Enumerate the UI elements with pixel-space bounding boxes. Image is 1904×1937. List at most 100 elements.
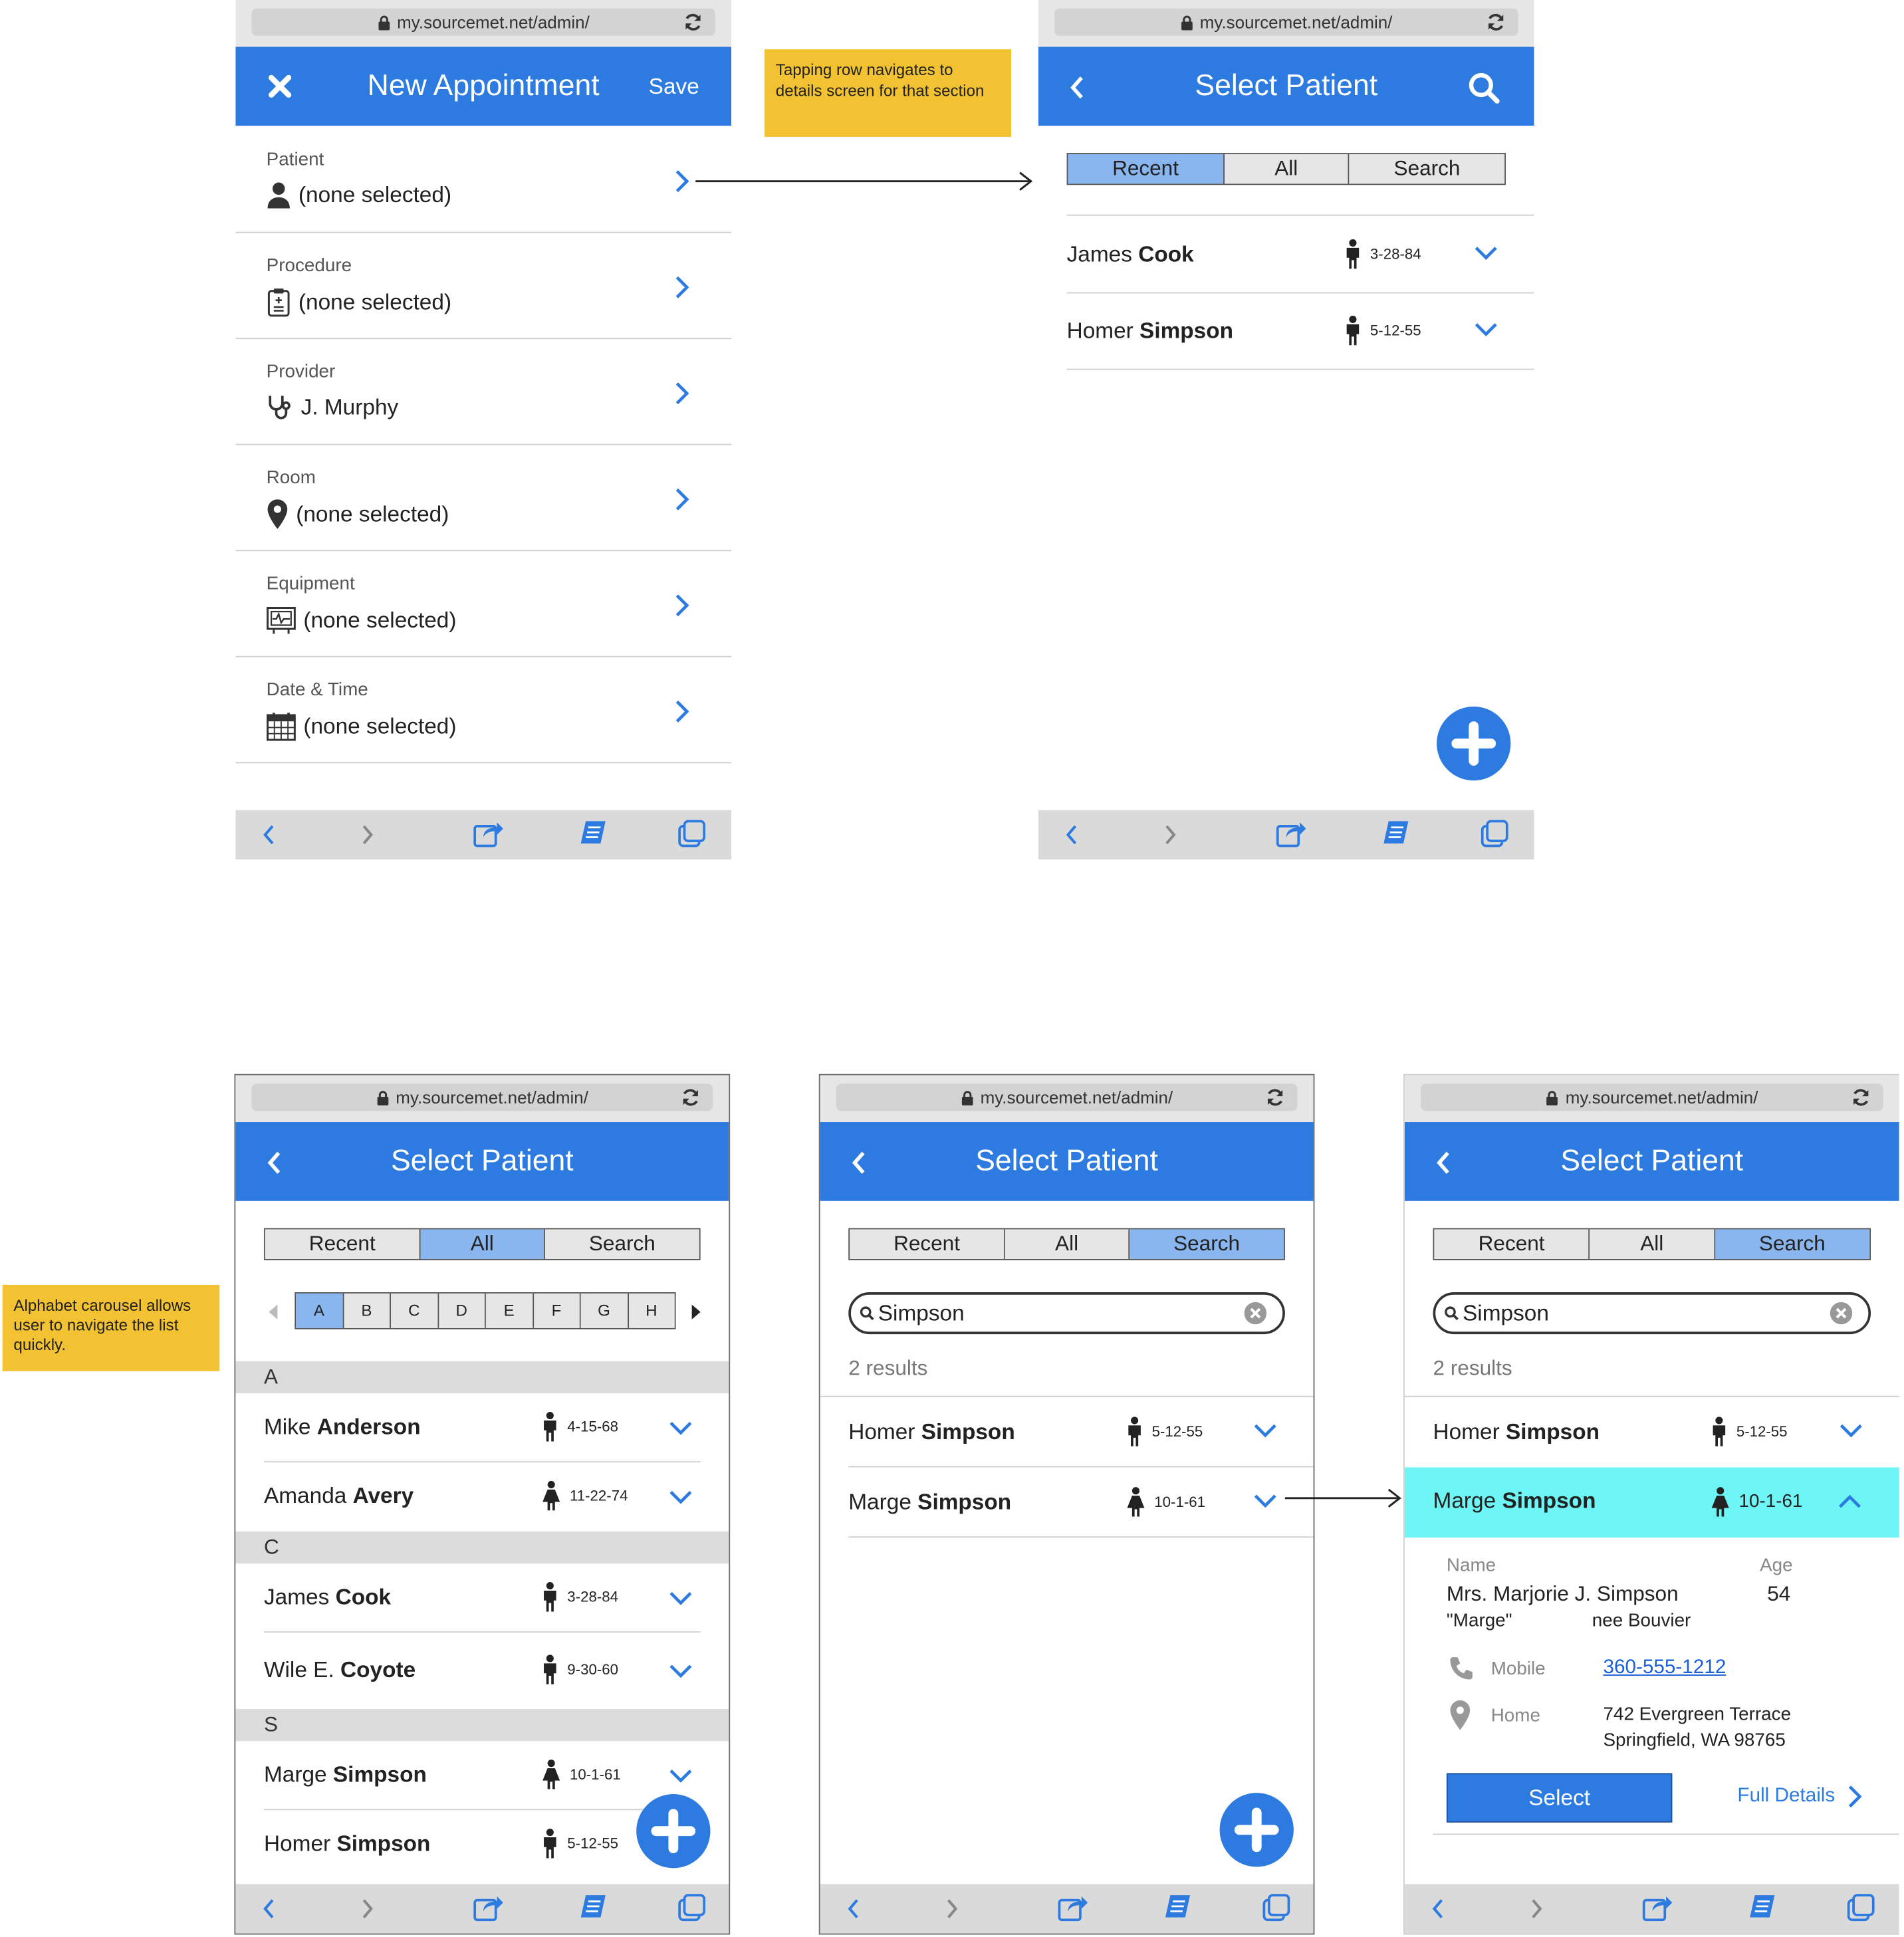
bookmarks-icon[interactable] [578, 1894, 608, 1921]
tabs-icon[interactable] [1480, 819, 1510, 849]
clear-icon[interactable] [1243, 1301, 1268, 1325]
reload-icon[interactable] [1486, 13, 1506, 33]
reload-icon[interactable] [683, 13, 703, 33]
url-bar[interactable]: my.sourcemet.net/admin/ [251, 8, 715, 36]
tab-recent[interactable]: Recent [1434, 1229, 1590, 1259]
letter-c[interactable]: C [391, 1293, 439, 1328]
reload-icon[interactable] [1851, 1087, 1871, 1107]
list-item[interactable]: Marge Simpson 10-1-61 [848, 1467, 1314, 1538]
carousel-right-icon[interactable] [691, 1304, 701, 1319]
carousel-left-icon[interactable] [269, 1304, 279, 1319]
letter-h[interactable]: H [628, 1293, 675, 1328]
chevron-down-icon[interactable] [1839, 1422, 1863, 1439]
form-row-procedure[interactable]: Procedure (none selected) [235, 233, 732, 340]
letter-b[interactable]: B [343, 1293, 392, 1328]
form-row-equipment[interactable]: Equipment (none selected) [235, 551, 732, 657]
list-item[interactable]: James Cook 3-28-84 [1066, 217, 1534, 294]
tab-search[interactable]: Search [1349, 154, 1505, 184]
chevron-right-icon[interactable] [675, 275, 689, 306]
share-icon[interactable] [1057, 1892, 1089, 1922]
chevron-right-icon[interactable] [675, 699, 689, 730]
form-row-provider[interactable]: Provider J. Murphy [235, 339, 732, 445]
chevron-down-icon[interactable] [668, 1488, 693, 1512]
search-input[interactable]: Simpson [848, 1292, 1285, 1335]
tab-search[interactable]: Search [544, 1229, 699, 1259]
chevron-right-icon[interactable] [675, 593, 689, 624]
form-row-patient[interactable]: Patient (none selected) [235, 127, 732, 233]
tabs-icon[interactable] [1846, 1892, 1876, 1922]
url-bar[interactable]: my.sourcemet.net/admin/ [1054, 8, 1518, 36]
list-item-selected[interactable]: Marge Simpson 10-1-61 [1404, 1467, 1899, 1538]
chevron-down-icon[interactable] [668, 1662, 693, 1686]
form-row-date-time[interactable]: Date & Time (none selected) [235, 657, 732, 764]
letter-a[interactable]: A [296, 1293, 344, 1328]
search-input[interactable]: Simpson [1433, 1292, 1871, 1335]
tab-recent[interactable]: Recent [1068, 154, 1225, 184]
chevron-right-icon[interactable] [675, 381, 689, 411]
list-item[interactable]: Amanda Avery 11-22-74 [264, 1462, 701, 1532]
letter-d[interactable]: D [438, 1293, 486, 1328]
url-bar[interactable]: my.sourcemet.net/admin/ [836, 1083, 1298, 1111]
back-icon[interactable] [260, 1895, 277, 1922]
list-item[interactable]: Homer Simpson 5-12-55 [264, 1810, 701, 1879]
chevron-right-icon[interactable] [675, 487, 689, 518]
forward-icon[interactable] [1528, 1895, 1545, 1922]
add-patient-button[interactable] [636, 1794, 711, 1869]
list-item[interactable]: Homer Simpson 5-12-55 [1066, 293, 1534, 370]
list-item[interactable]: Mike Anderson 4-15-68 [263, 1393, 701, 1463]
chevron-down-icon[interactable] [1253, 1422, 1278, 1445]
reload-icon[interactable] [681, 1087, 701, 1107]
mobile-phone-link[interactable]: 360-555-1212 [1604, 1657, 1726, 1679]
list-item[interactable]: Homer Simpson 5-12-55 [848, 1397, 1314, 1468]
tab-recent[interactable]: Recent [265, 1229, 421, 1259]
chevron-down-icon[interactable] [1253, 1492, 1278, 1516]
forward-icon[interactable] [1161, 821, 1179, 848]
letter-f[interactable]: F [533, 1293, 581, 1328]
chevron-down-icon[interactable] [668, 1589, 693, 1613]
tabs-icon[interactable] [1262, 1892, 1292, 1922]
chevron-up-icon[interactable] [1838, 1493, 1862, 1510]
form-row-room[interactable]: Room (none selected) [235, 445, 732, 552]
select-button[interactable]: Select [1446, 1773, 1673, 1823]
tab-all[interactable]: All [1590, 1229, 1715, 1259]
chevron-down-icon[interactable] [1474, 320, 1498, 344]
forward-icon[interactable] [943, 1895, 961, 1922]
forward-icon[interactable] [359, 821, 376, 848]
add-patient-button[interactable] [1437, 706, 1511, 781]
share-icon[interactable] [1641, 1892, 1673, 1922]
share-icon[interactable] [1275, 819, 1307, 849]
tab-search[interactable]: Search [1130, 1229, 1284, 1259]
add-patient-button[interactable] [1219, 1793, 1294, 1867]
chevron-down-icon[interactable] [668, 1419, 693, 1442]
back-icon[interactable] [1063, 821, 1080, 848]
tab-recent[interactable]: Recent [850, 1229, 1005, 1259]
chevron-down-icon[interactable] [668, 1767, 693, 1790]
letter-g[interactable]: G [580, 1293, 629, 1328]
back-icon[interactable] [845, 1895, 862, 1922]
tab-all[interactable]: All [1005, 1229, 1130, 1259]
chevron-right-icon[interactable] [675, 169, 689, 199]
letter-e[interactable]: E [485, 1293, 534, 1328]
reload-icon[interactable] [1265, 1087, 1285, 1107]
tab-search[interactable]: Search [1715, 1229, 1870, 1259]
bookmarks-icon[interactable] [1381, 820, 1411, 848]
share-icon[interactable] [472, 819, 504, 849]
back-icon[interactable] [1429, 1895, 1447, 1922]
forward-icon[interactable] [359, 1895, 376, 1922]
search-icon[interactable] [1467, 72, 1500, 104]
save-button[interactable]: Save [649, 47, 699, 126]
bookmarks-icon[interactable] [578, 820, 608, 848]
bookmarks-icon[interactable] [1163, 1894, 1193, 1921]
full-details-link[interactable]: Full Details [1737, 1784, 1862, 1809]
clear-icon[interactable] [1829, 1301, 1853, 1325]
tabs-icon[interactable] [677, 1892, 707, 1922]
list-item[interactable]: James Cook 3-28-84 [263, 1563, 701, 1633]
tab-all[interactable]: All [1224, 154, 1350, 184]
tabs-icon[interactable] [677, 819, 707, 849]
chevron-down-icon[interactable] [1474, 244, 1498, 267]
tab-all[interactable]: All [420, 1229, 545, 1259]
back-icon[interactable] [260, 821, 277, 848]
list-item[interactable]: Homer Simpson 5-12-55 [1433, 1397, 1871, 1468]
url-bar[interactable]: my.sourcemet.net/admin/ [251, 1083, 713, 1111]
list-item[interactable]: Marge Simpson 10-1-61 [263, 1741, 701, 1811]
